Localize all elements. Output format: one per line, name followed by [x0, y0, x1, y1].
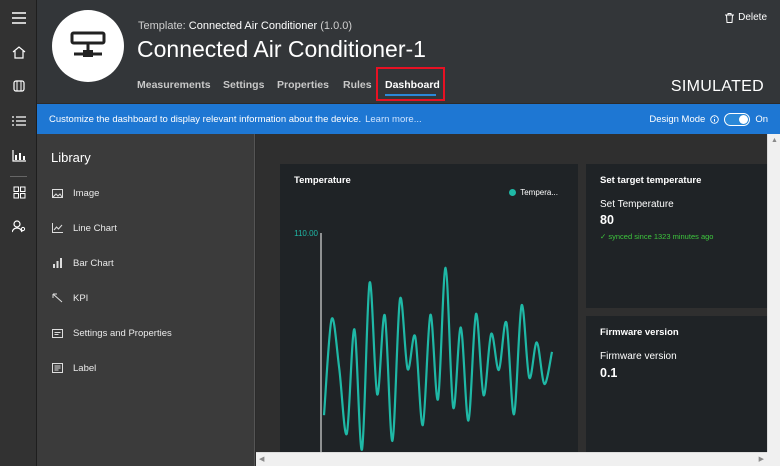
sync-status: ✓ synced since 1323 minutes ago [600, 232, 713, 241]
library-panel: Library Image Line Chart Bar Chart KPI S… [37, 134, 255, 466]
tab-properties[interactable]: Properties [277, 79, 329, 91]
temperature-tile[interactable]: 110.0060.001:07:48 PM1:38:24 PM Temperat… [280, 164, 578, 452]
tab-measurements[interactable]: Measurements [137, 79, 211, 91]
design-mode-control: Design Mode On [649, 104, 768, 134]
series-line-temperature [322, 266, 554, 451]
checkmark-icon: ✓ [600, 232, 607, 241]
library-item-label: Line Chart [73, 222, 117, 234]
vertical-scrollbar[interactable]: ▲ [767, 134, 780, 452]
library-item-label: Label [73, 362, 97, 374]
set-target-temperature-tile[interactable]: Set target temperature Set Temperature 8… [586, 164, 767, 308]
dashboards-icon[interactable] [9, 182, 29, 202]
library-item-line-chart[interactable]: Line Chart [51, 222, 117, 234]
library-item-image[interactable]: Image [51, 187, 99, 199]
page-title: Connected Air Conditioner-1 [137, 36, 426, 62]
scroll-left-icon[interactable]: ◀ [259, 455, 264, 463]
highlight-box [376, 67, 445, 101]
firmware-version-tile[interactable]: Firmware version Firmware version 0.1 [586, 316, 767, 452]
set-temperature-label: Set Temperature [600, 199, 674, 210]
temperature-line-chart: 110.0060.001:07:48 PM1:38:24 PM [294, 229, 554, 452]
chart-legend: Tempera... [509, 188, 558, 197]
dashboard-canvas: 110.0060.001:07:48 PM1:38:24 PM Temperat… [256, 134, 767, 452]
simulated-status: SIMULATED [670, 78, 764, 95]
network-device-icon [70, 31, 106, 57]
tile-title: Firmware version [600, 327, 679, 338]
library-item-label: KPI [73, 292, 89, 304]
scroll-up-icon[interactable]: ▲ [771, 137, 778, 144]
rules-icon[interactable] [9, 111, 29, 131]
info-icon[interactable] [710, 114, 720, 124]
library-title: Library [51, 150, 91, 165]
library-item-label: Settings and Properties [73, 327, 172, 339]
y-tick-label: 110.00 [294, 229, 318, 238]
tile-title: Temperature [294, 175, 351, 186]
line-chart-icon [51, 222, 63, 234]
left-nav-rail [0, 0, 37, 466]
legend-label: Tempera... [520, 188, 558, 197]
design-mode-state: On [755, 113, 768, 125]
design-mode-label: Design Mode [649, 113, 706, 125]
home-icon[interactable] [9, 42, 29, 62]
trash-icon [725, 12, 735, 23]
scroll-right-icon[interactable]: ▶ [759, 455, 764, 463]
device-avatar [52, 10, 124, 82]
kpi-icon [51, 292, 63, 304]
template-info: Template: Connected Air Conditioner (1.0… [138, 20, 352, 32]
info-banner: Customize the dashboard to display relev… [37, 104, 780, 134]
template-version: (1.0.0) [320, 20, 353, 32]
analytics-icon[interactable] [9, 146, 29, 166]
delete-button[interactable]: Delete [725, 12, 767, 23]
learn-more-link[interactable]: Learn more... [365, 114, 422, 125]
tab-rules[interactable]: Rules [343, 79, 372, 91]
sync-status-text: synced since 1323 minutes ago [608, 232, 714, 241]
legend-swatch [509, 189, 517, 196]
hamburger-icon[interactable] [9, 8, 29, 28]
template-name[interactable]: Connected Air Conditioner [189, 20, 317, 32]
set-temperature-value: 80 [600, 213, 614, 227]
bar-chart-icon [51, 257, 63, 269]
library-item-kpi[interactable]: KPI [51, 292, 88, 304]
template-label: Template: [138, 20, 186, 32]
scrollbar-corner [767, 452, 780, 466]
firmware-version-label: Firmware version [600, 351, 677, 362]
rail-divider [10, 176, 27, 177]
device-header: Template: Connected Air Conditioner (1.0… [37, 0, 780, 103]
tab-settings[interactable]: Settings [223, 79, 264, 91]
library-item-bar-chart[interactable]: Bar Chart [51, 257, 114, 269]
settings-properties-icon [51, 327, 63, 339]
library-item-settings-properties[interactable]: Settings and Properties [51, 327, 172, 339]
label-icon [51, 362, 63, 374]
banner-message: Customize the dashboard to display relev… [49, 113, 362, 125]
design-mode-toggle[interactable] [724, 112, 751, 126]
library-item-label-widget[interactable]: Label [51, 362, 96, 374]
devices-icon[interactable] [9, 76, 29, 96]
delete-label: Delete [738, 12, 767, 23]
tile-title: Set target temperature [600, 175, 702, 186]
firmware-version-value: 0.1 [600, 366, 618, 380]
admin-icon[interactable] [9, 216, 29, 236]
library-item-label: Bar Chart [73, 257, 114, 269]
horizontal-scrollbar[interactable]: ◀ ▶ [256, 452, 767, 466]
image-icon [51, 187, 63, 199]
library-item-label: Image [73, 187, 100, 199]
